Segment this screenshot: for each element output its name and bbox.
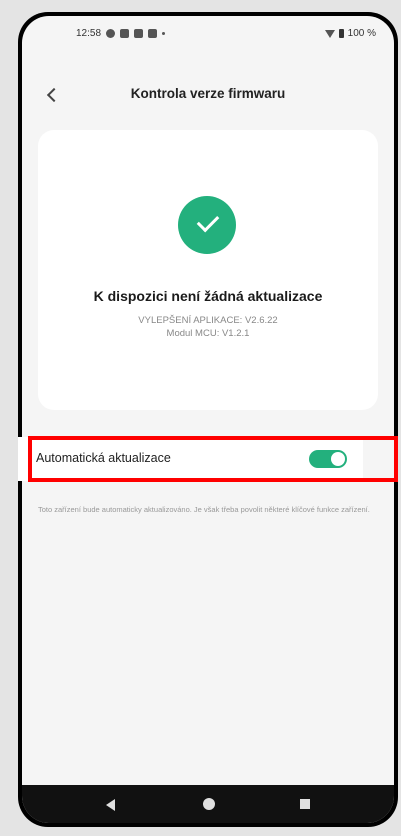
toggle-knob [331,452,345,466]
firmware-status-card: K dispozici není žádná aktualizace VYLEP… [38,130,378,410]
nav-recent-icon[interactable] [300,799,310,809]
notification-icon [106,29,116,38]
app-header: Kontrola verze firmwaru [22,80,394,110]
check-icon [178,196,236,254]
wifi-icon [324,29,335,38]
battery-icon [338,29,344,38]
message-icon [148,29,158,38]
auto-update-toggle[interactable] [309,450,347,468]
status-bar: 12:58 100 % [22,16,394,52]
battery-level: 100 % [347,28,376,39]
auto-update-label: Automatická aktualizace [36,451,171,465]
more-notifications-icon [162,32,166,35]
page-title: Kontrola verze firmwaru [130,86,286,101]
update-status-text: K dispozici není žádná aktualizace [93,288,323,304]
nav-back-icon[interactable] [106,799,115,811]
mail-icon [134,29,144,38]
module-version-text: Modul MCU: V1.2.1 [166,328,250,339]
phone-frame: 12:58 100 % Kontrola verze firmwaru K di… [18,12,398,827]
nav-home-icon[interactable] [203,798,215,810]
status-bar-left: 12:58 [76,28,166,39]
system-nav-bar [22,785,394,823]
status-time: 12:58 [76,28,102,39]
auto-update-row[interactable]: Automatická aktualizace [18,437,363,481]
app-version-text: VYLEPŠENÍ APLIKACE: V2.6.22 [138,315,278,326]
gallery-icon [120,29,130,38]
auto-update-description: Toto zařízení bude automaticky aktualizo… [38,505,370,514]
status-bar-right: 100 % [324,28,376,39]
app-screen: 12:58 100 % Kontrola verze firmwaru K di… [22,16,394,823]
